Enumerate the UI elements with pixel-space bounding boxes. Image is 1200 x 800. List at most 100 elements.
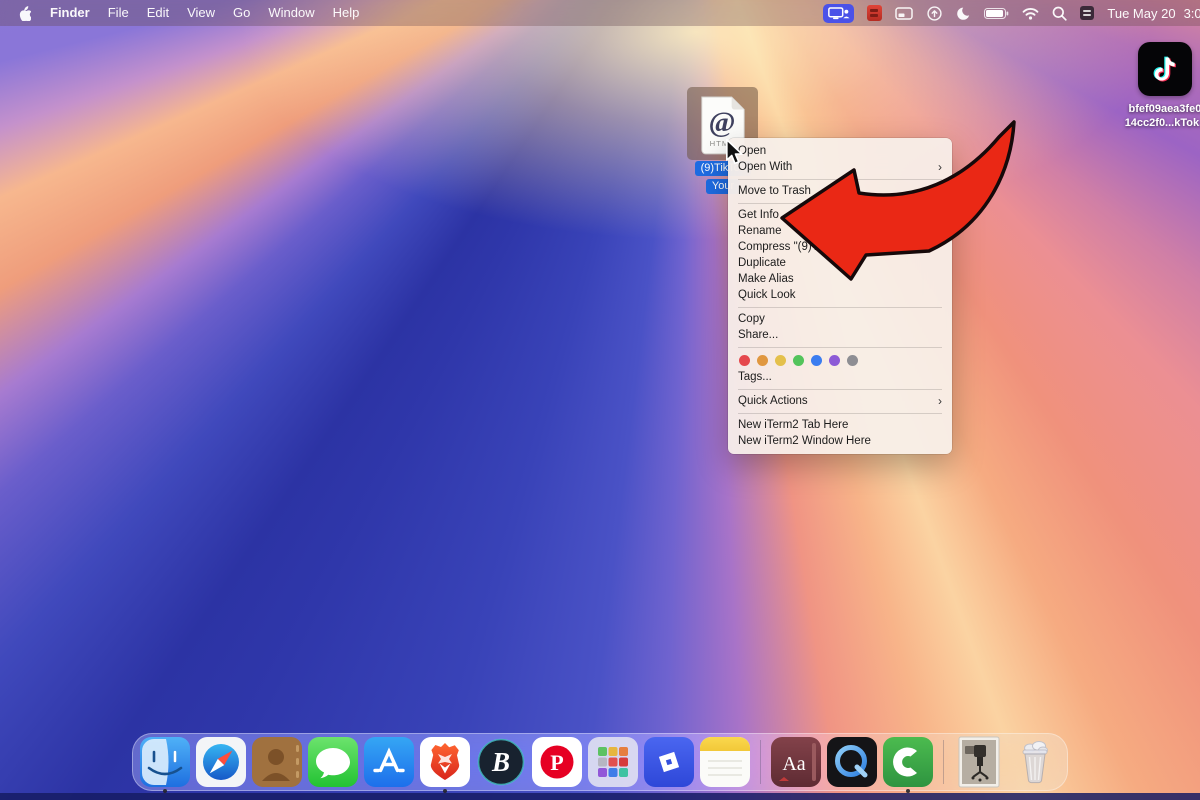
menu-window[interactable]: Window bbox=[259, 0, 323, 26]
menu-item-new-iterm2-window[interactable]: New iTerm2 Window Here bbox=[728, 433, 952, 449]
tag-color-row bbox=[728, 351, 952, 369]
tiktok-app-icon bbox=[1138, 42, 1192, 96]
context-menu: Open Open With› Move to Trash Get Info R… bbox=[728, 138, 952, 454]
menu-separator bbox=[738, 389, 942, 390]
menu-item-copy[interactable]: Copy bbox=[728, 311, 952, 327]
menubar-utility-app-icon[interactable] bbox=[1080, 6, 1094, 20]
moon-icon bbox=[956, 6, 971, 21]
update-status[interactable] bbox=[926, 5, 943, 22]
menu-item-share[interactable]: Share... bbox=[728, 327, 952, 343]
dock-camtasia[interactable] bbox=[883, 737, 933, 787]
menu-separator bbox=[738, 347, 942, 348]
apple-menu[interactable] bbox=[12, 5, 37, 21]
menu-separator bbox=[738, 179, 942, 180]
contacts-icon bbox=[252, 737, 302, 787]
circle-arrow-up-icon bbox=[926, 5, 943, 22]
dock-notes[interactable] bbox=[700, 737, 750, 787]
tag-blue[interactable] bbox=[811, 355, 822, 366]
dock: B P bbox=[132, 733, 1068, 791]
trash-full-icon bbox=[1010, 737, 1060, 787]
dock-app-store[interactable] bbox=[364, 737, 414, 787]
clock-time: 3:02 PM bbox=[1184, 6, 1200, 21]
menu-bar: Finder File Edit View Go Window Help bbox=[0, 0, 1200, 26]
menu-go[interactable]: Go bbox=[224, 0, 259, 26]
running-indicator bbox=[163, 789, 167, 793]
dock-b-app[interactable]: B bbox=[476, 737, 526, 787]
dock-contacts[interactable] bbox=[252, 737, 302, 787]
photo-thumbnail-icon bbox=[958, 736, 1000, 788]
dock-messages[interactable] bbox=[308, 737, 358, 787]
dock-photo-file[interactable] bbox=[954, 737, 1004, 787]
menu-view[interactable]: View bbox=[178, 0, 224, 26]
dock-finder[interactable] bbox=[140, 737, 190, 787]
menu-bar-left: Finder File Edit View Go Window Help bbox=[12, 0, 368, 26]
safari-icon bbox=[196, 737, 246, 787]
menu-bar-clock[interactable]: Tue May 20 3:02 PM bbox=[1107, 6, 1200, 21]
menu-item-compress[interactable]: Compress "(9)Ti bbox=[728, 239, 952, 255]
menu-file[interactable]: File bbox=[99, 0, 138, 26]
red-menubar-app-icon[interactable] bbox=[867, 5, 882, 21]
menu-item-quick-actions[interactable]: Quick Actions› bbox=[728, 393, 952, 409]
dock-dictionary[interactable]: Aa bbox=[771, 737, 821, 787]
menu-item-rename[interactable]: Rename bbox=[728, 223, 952, 239]
tag-purple[interactable] bbox=[829, 355, 840, 366]
svg-text:P: P bbox=[550, 750, 563, 775]
tiktok-file-label: bfef09aea3fe04 14cc2f0...kTok.ic bbox=[1103, 102, 1200, 130]
menu-item-tags[interactable]: Tags... bbox=[728, 369, 952, 385]
notes-icon bbox=[700, 737, 750, 787]
dock-quicktime[interactable] bbox=[827, 737, 877, 787]
b-app-icon: B bbox=[476, 737, 526, 787]
menu-separator bbox=[738, 307, 942, 308]
window-indicator[interactable] bbox=[895, 7, 913, 20]
menu-help[interactable]: Help bbox=[324, 0, 369, 26]
menu-finder[interactable]: Finder bbox=[41, 0, 99, 26]
menu-bar-status: Tue May 20 3:02 PM bbox=[823, 4, 1200, 23]
desktop-file-tiktok-image[interactable]: bfef09aea3fe04 14cc2f0...kTok.ic bbox=[1138, 42, 1192, 96]
chevron-right-icon: › bbox=[938, 395, 942, 407]
wifi-icon bbox=[1022, 7, 1039, 20]
dock-roblox[interactable] bbox=[644, 737, 694, 787]
wifi-status[interactable] bbox=[1022, 7, 1039, 20]
arrow-cursor-icon bbox=[724, 138, 746, 166]
menu-item-new-iterm2-tab[interactable]: New iTerm2 Tab Here bbox=[728, 417, 952, 433]
app-store-icon bbox=[364, 737, 414, 787]
menu-item-duplicate[interactable]: Duplicate bbox=[728, 255, 952, 271]
focus-mode[interactable] bbox=[956, 6, 971, 21]
screen-sharing-indicator[interactable] bbox=[823, 4, 854, 23]
tag-orange[interactable] bbox=[757, 355, 768, 366]
pinterest-icon: P bbox=[532, 737, 582, 787]
dock-launchpad[interactable] bbox=[588, 737, 638, 787]
camtasia-icon bbox=[883, 737, 933, 787]
mouse-cursor bbox=[724, 138, 746, 171]
dock-pinterest[interactable]: P bbox=[532, 737, 582, 787]
menu-item-quick-look[interactable]: Quick Look bbox=[728, 287, 952, 303]
battery-icon bbox=[984, 8, 1009, 19]
display-person-icon bbox=[827, 6, 851, 21]
dock-brave[interactable] bbox=[420, 737, 470, 787]
menu-edit[interactable]: Edit bbox=[138, 0, 178, 26]
spotlight-search[interactable] bbox=[1052, 6, 1067, 21]
svg-text:@: @ bbox=[708, 106, 735, 138]
menu-item-get-info[interactable]: Get Info bbox=[728, 207, 952, 223]
search-icon bbox=[1052, 6, 1067, 21]
clock-date: Tue May 20 bbox=[1107, 6, 1175, 21]
messages-icon bbox=[308, 737, 358, 787]
battery-status[interactable] bbox=[984, 8, 1009, 19]
menu-item-open-with[interactable]: Open With› bbox=[728, 159, 952, 175]
tag-red[interactable] bbox=[739, 355, 750, 366]
menu-item-move-to-trash[interactable]: Move to Trash bbox=[728, 183, 952, 199]
menu-item-open[interactable]: Open bbox=[728, 143, 952, 159]
svg-text:Aa: Aa bbox=[782, 753, 805, 775]
tag-yellow[interactable] bbox=[775, 355, 786, 366]
tag-green[interactable] bbox=[793, 355, 804, 366]
launchpad-icon bbox=[588, 737, 638, 787]
dock-separator bbox=[943, 740, 944, 784]
dock-trash[interactable] bbox=[1010, 737, 1060, 787]
running-indicator bbox=[443, 789, 447, 793]
menu-item-make-alias[interactable]: Make Alias bbox=[728, 271, 952, 287]
dock-safari[interactable] bbox=[196, 737, 246, 787]
tag-gray[interactable] bbox=[847, 355, 858, 366]
roblox-icon bbox=[644, 737, 694, 787]
desktop-wallpaper bbox=[0, 0, 1200, 800]
dock-separator bbox=[760, 740, 761, 784]
